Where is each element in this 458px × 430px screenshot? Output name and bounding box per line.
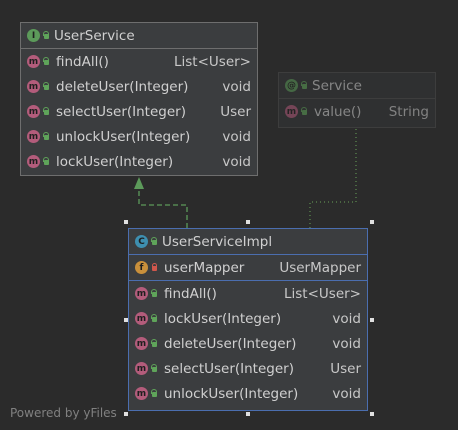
public-visibility-icon <box>301 81 308 90</box>
member-name: unlockUser(Integer) <box>164 385 299 402</box>
member-name: deleteUser(Integer) <box>164 335 297 352</box>
method-icon: m <box>135 287 148 300</box>
method-icon: m <box>135 337 148 350</box>
annotation-node-service[interactable]: @ Service m value() String <box>278 72 436 128</box>
method-icon: m <box>27 130 40 143</box>
class-icon: C <box>135 235 148 248</box>
node-title: Service <box>312 77 362 94</box>
method-list: m findAll() List<User> m deleteUser(Integer)… <box>21 49 257 174</box>
node-header: @ Service <box>279 73 435 99</box>
method-icon: m <box>135 387 148 400</box>
method-list: m value() String <box>279 99 435 124</box>
public-visibility-icon <box>151 339 158 348</box>
private-visibility-icon <box>151 263 158 272</box>
public-visibility-icon <box>151 289 158 298</box>
method-icon: m <box>27 80 40 93</box>
public-visibility-icon <box>43 107 50 116</box>
member-name: userMapper <box>164 259 245 276</box>
implements-edge[interactable] <box>138 185 188 228</box>
public-visibility-icon <box>43 157 50 166</box>
selection-handle-s[interactable] <box>246 412 250 416</box>
member-type: User <box>330 360 361 377</box>
member-type: String <box>388 103 429 120</box>
public-visibility-icon <box>43 31 50 40</box>
interface-node-userservice[interactable]: I UserService m findAll() List<User> m delet… <box>20 22 258 176</box>
method-icon: m <box>27 55 40 68</box>
member-row[interactable]: m findAll() List<User> <box>21 49 257 74</box>
selection-handle-se[interactable] <box>370 412 374 416</box>
member-name: value() <box>314 103 362 120</box>
public-visibility-icon <box>151 314 158 323</box>
class-node-userserviceimpl[interactable]: C UserServiceImpl f userMapper UserMapper … <box>128 228 368 411</box>
member-name: lockUser(Integer) <box>164 310 282 327</box>
member-row[interactable]: m selectUser(Integer) User <box>21 99 257 124</box>
member-row[interactable]: m value() String <box>279 99 435 124</box>
method-list: m findAll() List<User> m lockUser(Integer) vo… <box>129 281 367 406</box>
member-row[interactable]: m unlockUser(Integer) void <box>129 381 367 406</box>
member-row[interactable]: m findAll() List<User> <box>129 281 367 306</box>
member-name: deleteUser(Integer) <box>56 78 189 95</box>
member-type: User <box>220 103 251 120</box>
member-type: List<User> <box>284 285 361 302</box>
node-title: UserServiceImpl <box>162 233 273 250</box>
public-visibility-icon <box>43 57 50 66</box>
member-type: void <box>332 310 361 327</box>
member-row[interactable]: m lockUser(Integer) void <box>129 306 367 331</box>
selection-handle-n[interactable] <box>246 220 250 224</box>
member-name: selectUser(Integer) <box>164 360 294 377</box>
member-row[interactable]: f userMapper UserMapper <box>129 255 367 280</box>
field-list: f userMapper UserMapper <box>129 255 367 281</box>
member-name: findAll() <box>164 285 217 302</box>
public-visibility-icon <box>151 237 158 246</box>
member-row[interactable]: m deleteUser(Integer) void <box>21 74 257 99</box>
selection-handle-ne[interactable] <box>370 220 374 224</box>
member-row[interactable]: m selectUser(Integer) User <box>129 356 367 381</box>
public-visibility-icon <box>151 389 158 398</box>
member-type: void <box>222 153 251 170</box>
selection-handle-w[interactable] <box>124 318 128 322</box>
member-type: void <box>222 128 251 145</box>
public-visibility-icon <box>151 364 158 373</box>
method-icon: m <box>285 105 298 118</box>
member-name: selectUser(Integer) <box>56 103 186 120</box>
interface-icon: I <box>27 29 40 42</box>
watermark: Powered by yFiles <box>10 406 117 420</box>
member-name: lockUser(Integer) <box>56 153 174 170</box>
member-type: UserMapper <box>279 259 361 276</box>
implements-arrowhead <box>134 177 144 189</box>
public-visibility-icon <box>43 82 50 91</box>
public-visibility-icon <box>43 132 50 141</box>
selection-handle-nw[interactable] <box>124 220 128 224</box>
member-name: findAll() <box>56 53 109 70</box>
annotation-edge[interactable] <box>309 127 357 228</box>
member-type: void <box>222 78 251 95</box>
annotation-icon: @ <box>285 79 298 92</box>
node-title: UserService <box>54 27 135 44</box>
member-row[interactable]: m unlockUser(Integer) void <box>21 124 257 149</box>
member-name: unlockUser(Integer) <box>56 128 191 145</box>
selection-handle-e[interactable] <box>370 318 374 322</box>
member-row[interactable]: m lockUser(Integer) void <box>21 149 257 174</box>
method-icon: m <box>135 362 148 375</box>
method-icon: m <box>27 155 40 168</box>
public-visibility-icon <box>301 107 308 116</box>
member-row[interactable]: m deleteUser(Integer) void <box>129 331 367 356</box>
field-icon: f <box>135 261 148 274</box>
node-header: C UserServiceImpl <box>129 229 367 255</box>
method-icon: m <box>135 312 148 325</box>
method-icon: m <box>27 105 40 118</box>
member-type: List<User> <box>174 53 251 70</box>
node-header: I UserService <box>21 23 257 49</box>
member-type: void <box>332 385 361 402</box>
selection-handle-sw[interactable] <box>124 412 128 416</box>
member-type: void <box>332 335 361 352</box>
